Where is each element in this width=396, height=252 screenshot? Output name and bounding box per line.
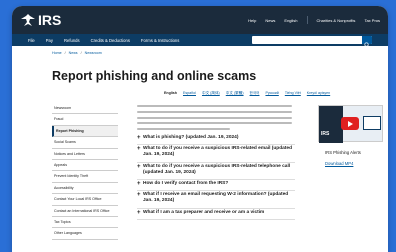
accordion-question: What is phishing? (updated Jan. 19, 2024… bbox=[143, 135, 239, 140]
accordion-question: What if I am a tax preparer and receive … bbox=[143, 209, 265, 215]
language-spanish[interactable]: Español bbox=[183, 91, 196, 96]
logo-text: IRS bbox=[38, 12, 62, 28]
language-chinese-simplified[interactable]: 中文 (简体) bbox=[202, 91, 220, 96]
language-korean[interactable]: 한국어 bbox=[250, 91, 260, 96]
search-input[interactable] bbox=[252, 36, 372, 48]
video-irs-logo: IRS bbox=[321, 131, 330, 137]
breadcrumb: Home / News / Newsroom bbox=[52, 51, 102, 55]
nav-item-pay[interactable]: Pay bbox=[46, 38, 53, 43]
sidebar-item-accessibility[interactable]: Accessibility bbox=[52, 183, 118, 195]
video-panel bbox=[319, 106, 343, 143]
play-icon[interactable] bbox=[341, 117, 359, 130]
divider bbox=[306, 16, 308, 24]
accordion-question: What if I receive an email requesting W-… bbox=[143, 192, 289, 204]
breadcrumb-home[interactable]: Home bbox=[52, 51, 62, 55]
sidebar-nav: Newsroom Fraud Report Phishing Social Sc… bbox=[52, 103, 118, 240]
sidebar-item-newsroom[interactable]: Newsroom bbox=[52, 103, 118, 115]
faq-accordion: + What is phishing? (updated Jan. 19, 20… bbox=[137, 134, 295, 220]
search-button[interactable] bbox=[362, 36, 372, 48]
language-vietnamese[interactable]: Tiếng Việt bbox=[285, 91, 301, 96]
accordion-item[interactable]: + What to do if you receive a suspicious… bbox=[137, 145, 295, 163]
video-thumbnail[interactable]: IRS bbox=[318, 105, 383, 143]
language-haitian-creole[interactable]: Kreyòl ayisyen bbox=[307, 91, 330, 96]
sidebar-item-notices[interactable]: Notices and Letters bbox=[52, 149, 118, 160]
video-label: IRS Phishing Alerts bbox=[325, 150, 361, 155]
search-icon bbox=[364, 42, 370, 48]
text-line bbox=[137, 110, 292, 113]
accordion-item[interactable]: + What to do if you receive a suspicious… bbox=[137, 163, 295, 181]
sidebar-item-international-office[interactable]: Contact an International IRS Office bbox=[52, 206, 118, 217]
page-title: Report phishing and online scams bbox=[52, 69, 257, 83]
video-graphic bbox=[363, 116, 381, 130]
language-chinese-traditional[interactable]: 中文 (繁體) bbox=[226, 91, 244, 96]
eagle-icon bbox=[21, 14, 35, 26]
nav-item-forms[interactable]: Forms & Instructions bbox=[141, 38, 179, 43]
sidebar-item-other-languages[interactable]: Other Languages bbox=[52, 228, 118, 240]
sidebar-item-local-office[interactable]: Contact Your Local IRS Office bbox=[52, 194, 118, 206]
help-link[interactable]: Help bbox=[248, 18, 256, 23]
intro-paragraph bbox=[137, 105, 292, 134]
browser-frame: IRS Help News English Charities & Nonpro… bbox=[12, 6, 388, 252]
irs-logo[interactable]: IRS bbox=[20, 12, 61, 28]
language-link[interactable]: English bbox=[284, 18, 297, 23]
accordion-question: How do I verify contact from the IRS? bbox=[143, 181, 229, 187]
news-link[interactable]: News bbox=[265, 18, 275, 23]
tax-pros-link[interactable]: Tax Pros bbox=[364, 18, 380, 23]
text-line bbox=[137, 116, 292, 119]
accordion-question: What to do if you receive a suspicious I… bbox=[143, 163, 291, 175]
accordion-item[interactable]: + What is phishing? (updated Jan. 19, 20… bbox=[137, 134, 295, 146]
nav-item-credits[interactable]: Credits & Deductions bbox=[91, 38, 130, 43]
top-bar: IRS Help News English Charities & Nonpro… bbox=[12, 6, 388, 34]
sidebar-item-fraud[interactable]: Fraud bbox=[52, 114, 118, 126]
sidebar-item-appeals[interactable]: Appeals bbox=[52, 160, 118, 172]
charities-link[interactable]: Charities & Nonprofits bbox=[317, 18, 356, 23]
sidebar-item-report-phishing[interactable]: Report Phishing bbox=[52, 125, 118, 138]
sidebar-item-social-scams[interactable]: Social Scams bbox=[52, 137, 118, 149]
accordion-item[interactable]: + How do I verify contact from the IRS? bbox=[137, 180, 295, 192]
breadcrumb-newsroom[interactable]: Newsroom bbox=[85, 51, 102, 55]
sidebar-item-identity-theft[interactable]: Prevent Identity Theft bbox=[52, 171, 118, 183]
nav-item-refunds[interactable]: Refunds bbox=[64, 38, 80, 43]
breadcrumb-news[interactable]: News bbox=[69, 51, 78, 55]
language-english: English bbox=[164, 91, 177, 95]
language-selector: English Español 中文 (简体) 中文 (繁體) 한국어 Русс… bbox=[164, 91, 330, 96]
accordion-question: What to do if you receive a suspicious I… bbox=[143, 146, 293, 158]
utility-nav: Help News English Charities & Nonprofits… bbox=[248, 16, 380, 24]
main-nav: File Pay Refunds Credits & Deductions Fo… bbox=[12, 34, 388, 48]
sidebar-item-tax-topics[interactable]: Tax Topics bbox=[52, 217, 118, 229]
language-russian[interactable]: Русский bbox=[265, 91, 278, 96]
text-line bbox=[137, 128, 230, 131]
text-line bbox=[137, 122, 292, 125]
accordion-item[interactable]: + What if I receive an email requesting … bbox=[137, 191, 295, 209]
nav-item-file[interactable]: File bbox=[28, 38, 35, 43]
accordion-item[interactable]: + What if I am a tax preparer and receiv… bbox=[137, 209, 295, 220]
download-mp4-link[interactable]: Download MP4 bbox=[325, 161, 353, 166]
text-line bbox=[137, 105, 292, 107]
